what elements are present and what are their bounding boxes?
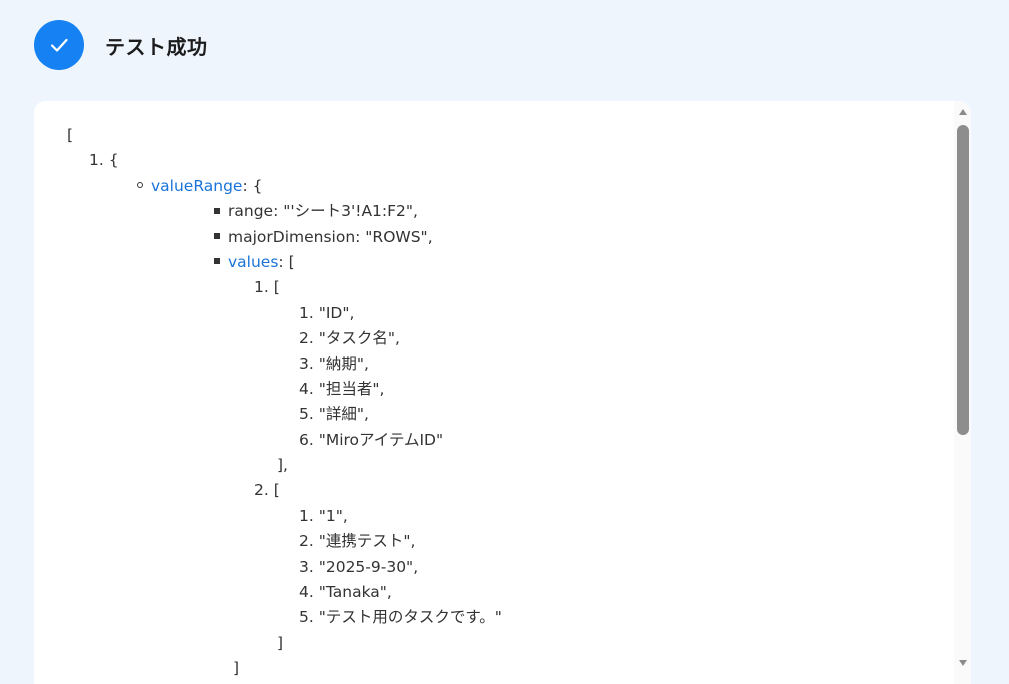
bullet-square [214, 233, 220, 240]
json-line: 1. [ [67, 275, 941, 300]
success-badge [34, 20, 84, 70]
row2-close: ] [277, 633, 284, 652]
scroll-down-arrow-icon[interactable] [959, 660, 967, 666]
json-line: 2. "タスク名", [67, 326, 941, 351]
row2-open: 2. [ [254, 481, 280, 500]
value-range-key[interactable]: valueRange [151, 177, 242, 195]
bullet-square [214, 207, 220, 214]
list-item: 3. "2025-9-30", [299, 557, 419, 576]
values-suffix: : [ [278, 252, 295, 271]
json-line: 6. "MiroアイテムID" [67, 428, 941, 453]
json-line: 2. [ [67, 478, 941, 503]
bullet-square [214, 258, 220, 265]
list-item-marker: 1. { [89, 151, 119, 170]
json-line: 1. { [67, 148, 941, 173]
list-item: 1. "ID", [299, 303, 355, 322]
result-header: テスト成功 [34, 20, 208, 70]
json-line: ] [67, 656, 941, 681]
json-line: 5. "テスト用のタスクです。" [67, 605, 941, 630]
major-dimension-field: majorDimension: "ROWS", [228, 227, 433, 246]
value-range-suffix: : { [242, 176, 263, 195]
json-line: 3. "納期", [67, 352, 941, 377]
list-item: 6. "MiroアイテムID" [299, 430, 444, 449]
json-line: 5. "詳細", [67, 402, 941, 427]
json-line: 1. "ID", [67, 301, 941, 326]
check-icon [50, 38, 68, 52]
json-line: [ [67, 123, 941, 148]
scroll-up-arrow-icon[interactable] [959, 109, 967, 115]
bullet-circle [137, 182, 143, 189]
values-close: ] [233, 659, 240, 678]
row1-open: 1. [ [254, 278, 280, 297]
json-line: 4. "Tanaka", [67, 580, 941, 605]
json-line: 4. "担当者", [67, 377, 941, 402]
page-title: テスト成功 [105, 34, 208, 59]
row1-close: ], [277, 456, 288, 475]
json-line: 3. "2025-9-30", [67, 555, 941, 580]
vertical-scrollbar[interactable] [954, 101, 971, 684]
json-line: 1. "1", [67, 504, 941, 529]
open-bracket: [ [67, 126, 74, 144]
json-line: 2. "連携テスト", [67, 529, 941, 554]
list-item: 3. "納期", [299, 354, 369, 373]
scroll-thumb[interactable] [957, 125, 969, 435]
json-line: range: "'シート3'!A1:F2", [67, 199, 941, 224]
json-line: majorDimension: "ROWS", [67, 225, 941, 250]
list-item: 2. "タスク名", [299, 329, 400, 348]
json-line: ] [67, 631, 941, 656]
list-item: 5. "詳細", [299, 405, 369, 424]
list-item: 4. "担当者", [299, 379, 385, 398]
json-output-panel: [ 1. { valueRange: { range: "'シート3'!A1:F… [34, 101, 971, 684]
list-item: 5. "テスト用のタスクです。" [299, 608, 502, 627]
range-field: range: "'シート3'!A1:F2", [228, 202, 418, 221]
json-line: values: [ [67, 250, 941, 275]
values-key[interactable]: values [228, 253, 278, 271]
json-line: ], [67, 453, 941, 478]
json-tree: [ 1. { valueRange: { range: "'シート3'!A1:F… [67, 123, 941, 682]
list-item: 2. "連携テスト", [299, 532, 416, 551]
list-item: 1. "1", [299, 506, 348, 525]
list-item: 4. "Tanaka", [299, 583, 392, 602]
json-line: valueRange: { [67, 174, 941, 199]
